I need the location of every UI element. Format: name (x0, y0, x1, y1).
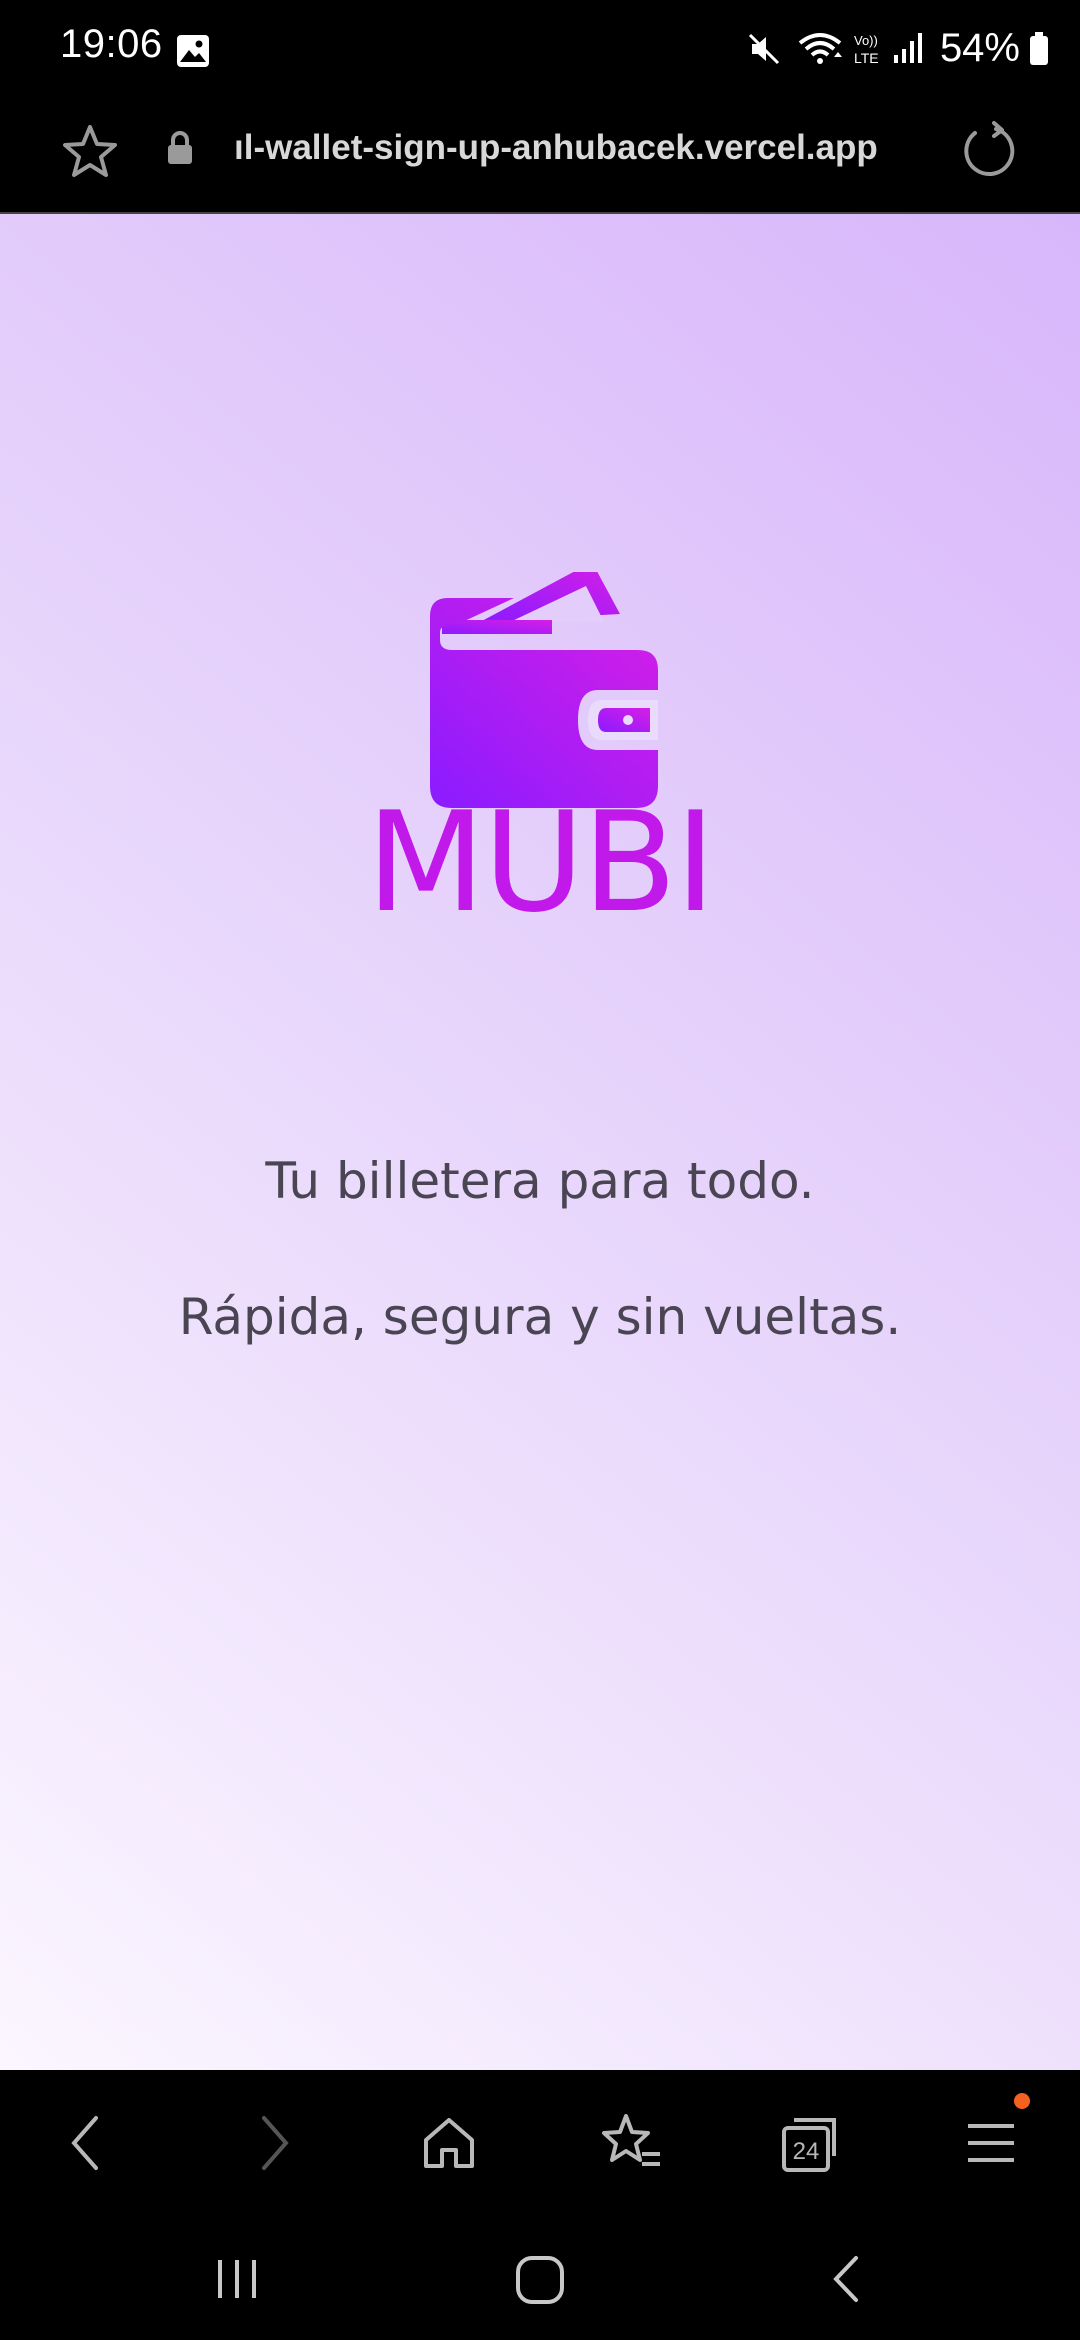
bookmarks-icon[interactable] (596, 2108, 666, 2178)
menu-icon[interactable] (956, 2108, 1026, 2178)
bookmark-star-icon[interactable] (60, 122, 120, 182)
mute-icon (744, 29, 784, 69)
system-nav-bar (0, 2210, 1080, 2340)
url-field[interactable]: ıl-wallet-sign-up-anhubacek.vercel.app (234, 128, 924, 172)
battery-icon (1028, 31, 1050, 67)
recent-apps-icon[interactable] (212, 2254, 262, 2309)
battery-percent: 54% (939, 26, 1020, 70)
svg-text:LTE: LTE (854, 50, 879, 66)
volte-icon: Vo)) LTE (850, 29, 886, 69)
lock-icon (166, 130, 194, 171)
tagline: Tu billetera para todo. (265, 1152, 815, 1210)
status-bar: 19:06 Vo)) LTE 54% (0, 0, 1080, 100)
gallery-icon (176, 34, 210, 73)
menu-notification-badge (1014, 2093, 1030, 2109)
home-icon[interactable] (414, 2108, 484, 2178)
subtagline: Rápida, segura y sin vueltas. (178, 1288, 902, 1346)
brand-logo-text: MUBI (366, 782, 715, 943)
page-content (0, 214, 1080, 2070)
back-icon[interactable] (52, 2108, 122, 2178)
tab-count: 24 (793, 2138, 820, 2165)
home-nav-icon[interactable] (512, 2252, 568, 2313)
url-text: ıl-wallet-sign-up-anhubacek.vercel.app (234, 128, 878, 167)
status-icons: Vo)) LTE 54% (744, 26, 1050, 71)
status-time: 19:06 (60, 22, 163, 66)
forward-icon[interactable] (238, 2108, 308, 2178)
browser-toolbar: 24 (0, 2070, 1080, 2210)
tabs-icon[interactable]: 24 (776, 2108, 846, 2178)
svg-text:Vo)): Vo)) (854, 33, 878, 48)
reload-icon[interactable] (958, 120, 1020, 187)
back-nav-icon[interactable] (822, 2254, 872, 2309)
signal-icon (892, 29, 926, 69)
wifi-icon (796, 29, 844, 69)
